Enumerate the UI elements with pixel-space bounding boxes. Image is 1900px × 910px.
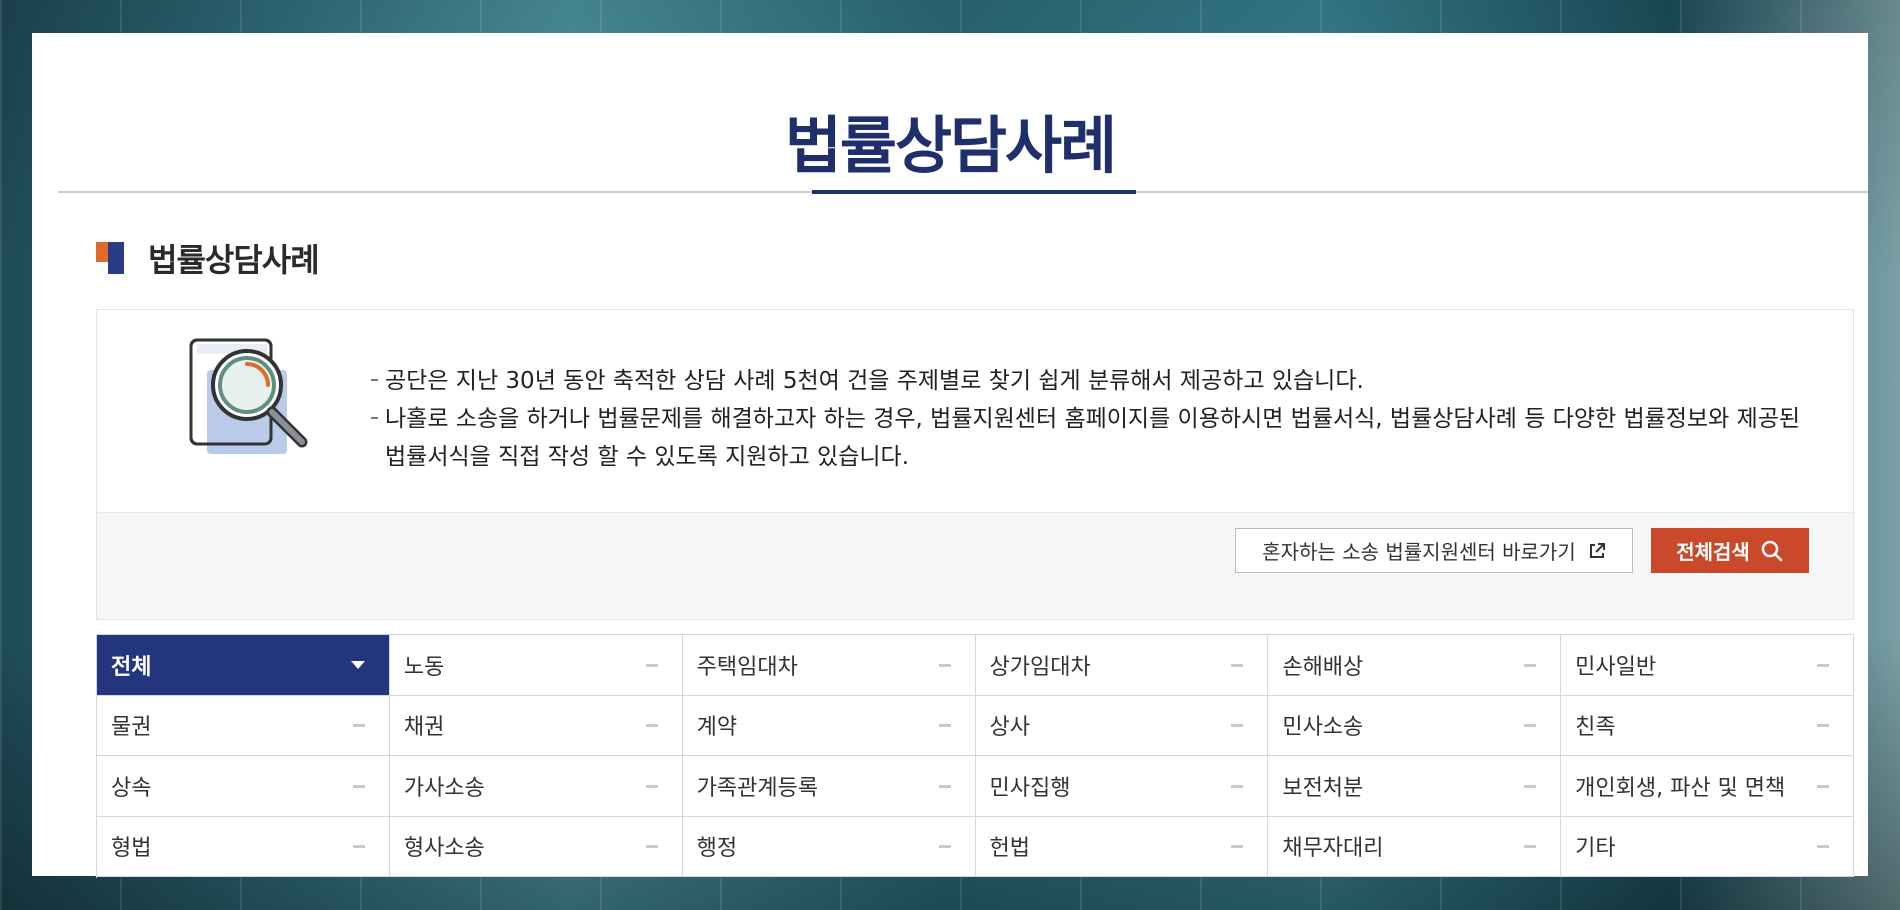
minus-icon bbox=[1231, 845, 1244, 849]
minus-icon bbox=[938, 663, 951, 667]
category-tab-label: 개인회생, 파산 및 면책 bbox=[1575, 775, 1786, 801]
category-tab[interactable]: 개인회생, 파산 및 면책 bbox=[1561, 756, 1854, 817]
minus-icon bbox=[938, 724, 951, 728]
caret-down-icon bbox=[350, 660, 365, 669]
category-tab[interactable]: 가사소송 bbox=[389, 756, 683, 817]
info-actions: 혼자하는 소송 법률지원센터 바로가기 전체검색 bbox=[97, 512, 1853, 619]
category-tab[interactable]: 전체 bbox=[97, 635, 390, 696]
category-tab-label: 주택임대차 bbox=[696, 654, 798, 680]
category-tab[interactable]: 상가임대차 bbox=[975, 635, 1269, 696]
category-tab-label: 기타 bbox=[1575, 836, 1616, 862]
info-description: 공단은 지난 30년 동안 축적한 상담 사례 5천여 건을 주제별로 찾기 쉽… bbox=[97, 310, 1853, 512]
page-title: 법률상담사례 bbox=[784, 109, 1117, 182]
document-magnifier-icon bbox=[189, 338, 308, 454]
minus-icon bbox=[645, 784, 658, 788]
category-tab[interactable]: 주택임대차 bbox=[682, 635, 976, 696]
minus-icon bbox=[645, 663, 658, 667]
info-box: 공단은 지난 30년 동안 축적한 상담 사례 5천여 건을 주제별로 찾기 쉽… bbox=[96, 309, 1854, 620]
category-tab-label: 상속 bbox=[111, 775, 152, 801]
category-tab[interactable]: 형사소송 bbox=[389, 816, 683, 877]
minus-icon bbox=[1817, 724, 1829, 728]
category-tab-label: 전체 bbox=[111, 654, 152, 680]
category-tab[interactable]: 노동 bbox=[389, 635, 683, 696]
minus-icon bbox=[645, 724, 658, 728]
category-tab-label: 친족 bbox=[1575, 715, 1616, 741]
category-tab[interactable]: 민사집행 bbox=[975, 756, 1269, 817]
category-tab[interactable]: 물권 bbox=[97, 695, 390, 756]
category-tab-label: 행정 bbox=[696, 836, 738, 862]
info-line-1: 공단은 지난 30년 동안 축적한 상담 사례 5천여 건을 주제별로 찾기 쉽… bbox=[371, 362, 1811, 400]
category-tab[interactable]: 계약 bbox=[682, 695, 976, 756]
category-tab-label: 채무자대리 bbox=[1282, 836, 1384, 862]
category-tab-label: 형사소송 bbox=[403, 836, 485, 862]
search-icon bbox=[1761, 540, 1783, 561]
category-tab[interactable]: 채무자대리 bbox=[1268, 816, 1562, 877]
search-all-button[interactable]: 전체검색 bbox=[1651, 528, 1809, 573]
external-link-icon bbox=[1589, 542, 1605, 558]
category-tab[interactable]: 채권 bbox=[389, 695, 683, 756]
category-tab-label: 계약 bbox=[696, 715, 738, 741]
category-tab[interactable]: 행정 bbox=[682, 816, 976, 877]
category-tab[interactable]: 기타 bbox=[1561, 816, 1854, 877]
category-tab[interactable]: 민사소송 bbox=[1268, 695, 1562, 756]
category-grid: 전체 노동 주택임대차 상가임대차 손해배상 민사일반물권 채권 계약 상사 민사소송 친족상속 가사… bbox=[96, 634, 1854, 878]
category-tab-label: 보전처분 bbox=[1282, 775, 1364, 801]
category-tab-label: 민사집행 bbox=[989, 775, 1071, 801]
minus-icon bbox=[645, 845, 658, 849]
search-all-label: 전체검색 bbox=[1676, 540, 1750, 564]
category-tab[interactable]: 가족관계등록 bbox=[682, 756, 976, 817]
category-tab-label: 물권 bbox=[111, 715, 152, 741]
minus-icon bbox=[1524, 845, 1537, 849]
category-tab-label: 헌법 bbox=[989, 836, 1030, 862]
category-tab[interactable]: 손해배상 bbox=[1268, 635, 1562, 696]
minus-icon bbox=[938, 845, 951, 849]
category-tab-label: 가족관계등록 bbox=[696, 775, 819, 801]
minus-icon bbox=[1524, 663, 1537, 667]
minus-icon bbox=[1817, 663, 1829, 667]
minus-icon bbox=[352, 845, 365, 849]
category-tab-label: 민사일반 bbox=[1575, 654, 1657, 680]
category-tab[interactable]: 보전처분 bbox=[1268, 756, 1562, 817]
category-tab-label: 민사소송 bbox=[1282, 715, 1364, 741]
category-tab-label: 손해배상 bbox=[1282, 654, 1364, 680]
category-tab[interactable]: 친족 bbox=[1561, 695, 1854, 756]
category-tab-label: 채권 bbox=[403, 715, 445, 741]
minus-icon bbox=[1817, 845, 1829, 849]
category-tab[interactable]: 민사일반 bbox=[1561, 635, 1854, 696]
minus-icon bbox=[1231, 724, 1244, 728]
category-tab[interactable]: 상사 bbox=[975, 695, 1269, 756]
info-line-2: 나홀로 소송을 하거나 법률문제를 해결하고자 하는 경우, 법률지원센터 홈페… bbox=[371, 400, 1811, 476]
category-tab[interactable]: 헌법 bbox=[975, 816, 1269, 877]
legal-center-link-label: 혼자하는 소송 법률지원센터 바로가기 bbox=[1262, 540, 1576, 564]
minus-icon bbox=[1231, 784, 1244, 788]
category-tab-label: 노동 bbox=[403, 654, 445, 680]
minus-icon bbox=[352, 724, 365, 728]
category-tab-label: 상가임대차 bbox=[989, 654, 1091, 680]
minus-icon bbox=[352, 784, 365, 788]
section-header: 법률상담사례 bbox=[96, 238, 320, 279]
minus-icon bbox=[1817, 784, 1829, 788]
content-card: 법률상담사례 법률상담사례 공단은 지난 30년 동안 축적한 상담 사례 5천… bbox=[32, 33, 1868, 878]
category-tab[interactable]: 형법 bbox=[97, 816, 390, 877]
category-tab-label: 상사 bbox=[989, 715, 1030, 741]
minus-icon bbox=[938, 784, 951, 788]
info-lines: 공단은 지난 30년 동안 축적한 상담 사례 5천여 건을 주제별로 찾기 쉽… bbox=[371, 362, 1811, 476]
category-tab-label: 형법 bbox=[111, 836, 152, 862]
section-title: 법률상담사례 bbox=[148, 241, 320, 279]
section-marker-icon bbox=[96, 242, 128, 274]
category-tab-label: 가사소송 bbox=[403, 775, 485, 801]
legal-center-link-button[interactable]: 혼자하는 소송 법률지원센터 바로가기 bbox=[1235, 528, 1633, 573]
minus-icon bbox=[1524, 784, 1537, 788]
minus-icon bbox=[1524, 724, 1537, 728]
title-divider-accent bbox=[812, 190, 1136, 194]
minus-icon bbox=[1231, 663, 1244, 667]
category-tab[interactable]: 상속 bbox=[97, 756, 390, 817]
